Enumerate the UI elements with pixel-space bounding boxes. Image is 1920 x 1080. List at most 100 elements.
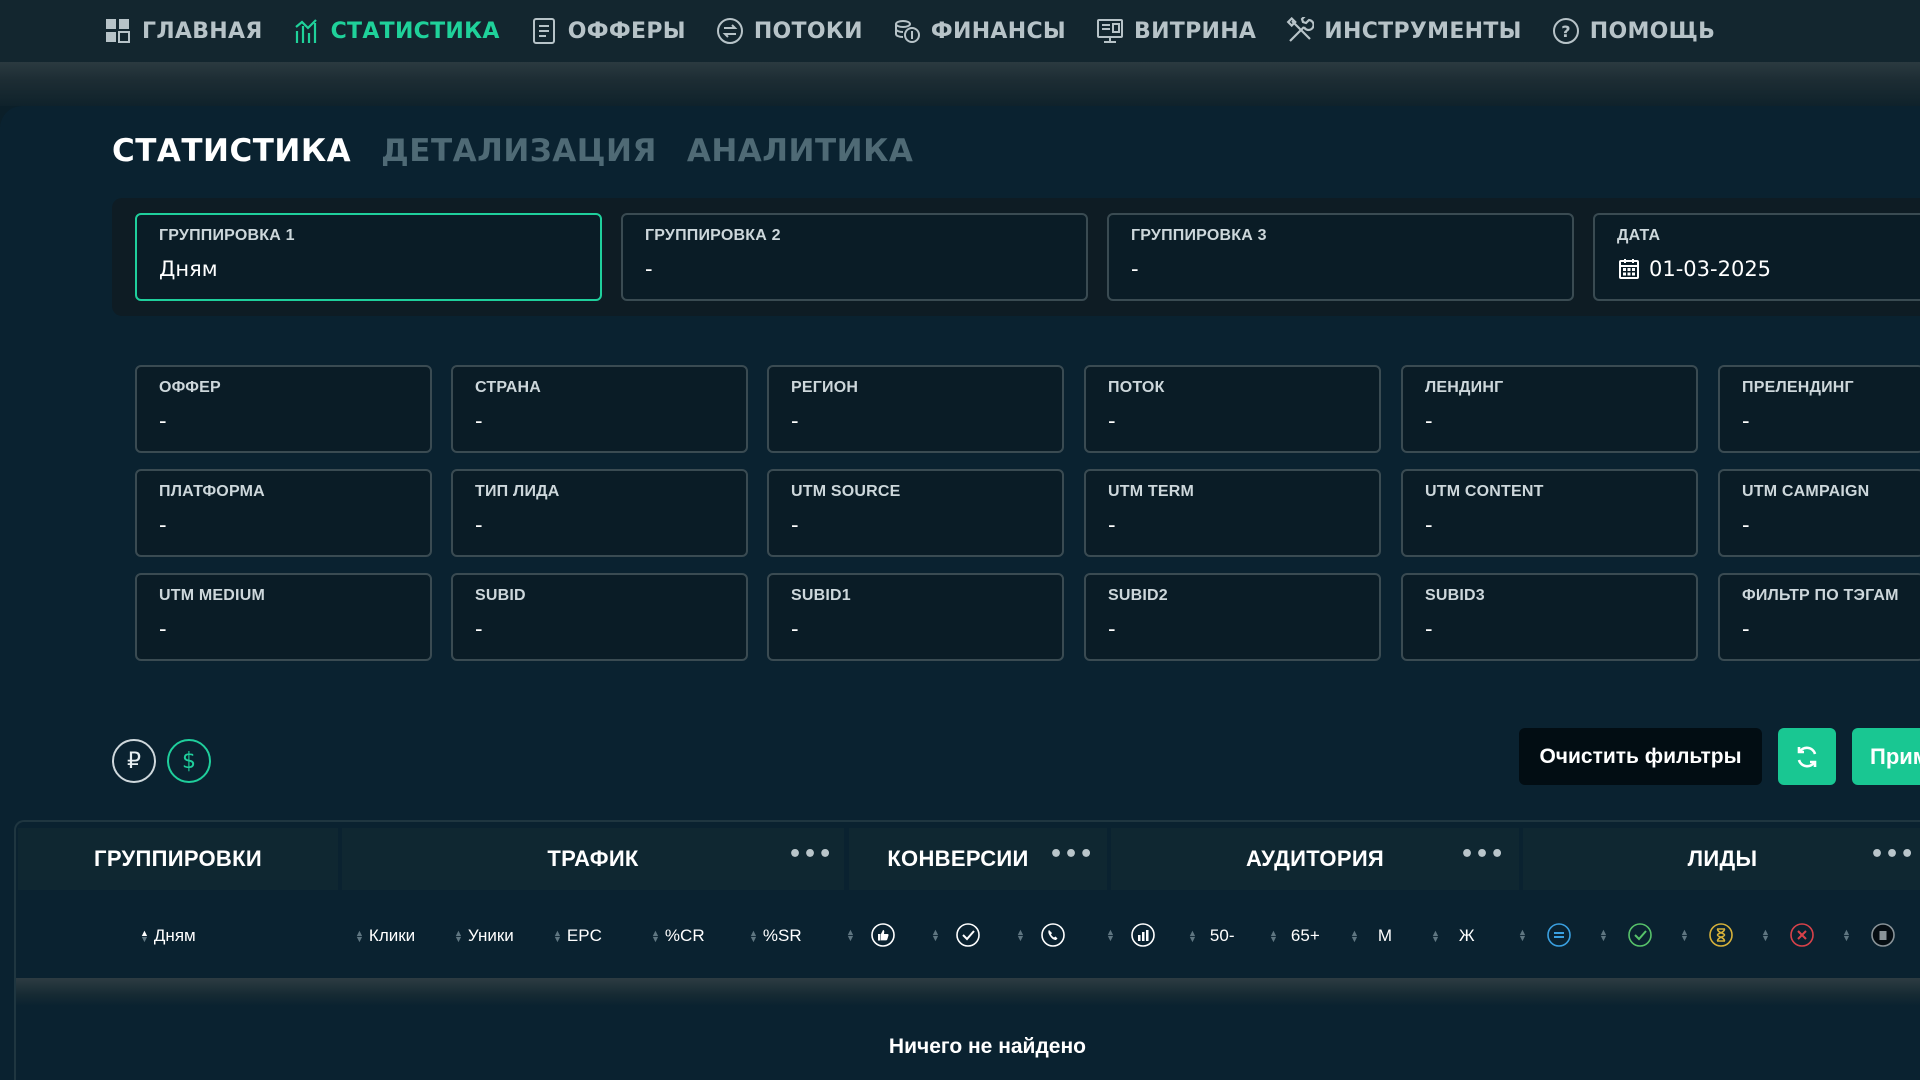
field-value: -	[1425, 513, 1433, 537]
tab-details[interactable]: ДЕТАЛИЗАЦИЯ	[381, 133, 657, 169]
filter-лендинг[interactable]: ЛЕНДИНГ -	[1401, 365, 1698, 453]
col-label: Дням	[153, 926, 196, 945]
sort-icon: ▲ ▼	[1599, 927, 1608, 943]
field-label: РЕГИОН	[791, 379, 859, 396]
nav-item-statistics[interactable]: СТАТИСТИКА	[293, 17, 500, 45]
field-label: SUBID	[475, 587, 526, 604]
grouping-1-select[interactable]: ГРУППИРОВКА 1 Дням	[135, 213, 602, 301]
col-conv-like[interactable]: ▲ ▼	[846, 922, 896, 948]
col-epc[interactable]: ▲ ▼ EPC	[553, 926, 602, 946]
nav-item-streams[interactable]: ПОТОКИ	[716, 17, 863, 45]
field-label: ГРУППИРОВКА 3	[1131, 227, 1267, 244]
nav-item-help[interactable]: ? ПОМОЩЬ	[1552, 17, 1715, 45]
thumbs-up-icon	[870, 922, 896, 948]
nav-label: ОФФЕРЫ	[567, 18, 686, 44]
filter-платформа[interactable]: ПЛАТФОРМА -	[135, 469, 432, 557]
filter-subid[interactable]: SUBID -	[451, 573, 748, 661]
field-label: ОФФЕР	[159, 379, 221, 396]
help-icon: ?	[1552, 17, 1580, 45]
filter-utm-campaign[interactable]: UTM CAMPAIGN -	[1718, 469, 1920, 557]
subtabs: СТАТИСТИКА ДЕТАЛИЗАЦИЯ АНАЛИТИКА	[112, 133, 913, 169]
col-age-over[interactable]: ▲ ▼ 65+	[1269, 926, 1320, 946]
col-days[interactable]: ▲ ▼ Дням	[140, 926, 196, 946]
field-label: СТРАНА	[475, 379, 542, 396]
stats-table: ГРУППИРОВКИ ТРАФИК ••• КОНВЕРСИИ ••• АУД…	[14, 820, 1920, 1080]
col-label: Клики	[368, 926, 416, 945]
field-value: -	[1108, 513, 1116, 537]
rejected-leads-icon	[1789, 922, 1815, 948]
sort-icon: ▲ ▼	[1842, 927, 1851, 943]
col-leads-total[interactable]: ▲ ▼	[1518, 922, 1572, 948]
col-age-under[interactable]: ▲ ▼ 50-	[1188, 926, 1235, 946]
date-value: 01-03-2025	[1617, 257, 1898, 281]
th-label: ЛИДЫ	[1687, 846, 1758, 871]
col-male[interactable]: ▲ ▼ М	[1350, 926, 1392, 946]
col-conv-approved[interactable]: ▲ ▼	[931, 922, 981, 948]
filter-фильтр-по-тэгам[interactable]: ФИЛЬТР ПО ТЭГАМ -	[1718, 573, 1920, 661]
field-label: ПЛАТФОРМА	[159, 483, 265, 500]
filter-subid2[interactable]: SUBID2 -	[1084, 573, 1381, 661]
filter-subid3[interactable]: SUBID3 -	[1401, 573, 1698, 661]
filter-subid1[interactable]: SUBID1 -	[767, 573, 1064, 661]
col-uniques[interactable]: ▲ ▼ Уники	[454, 926, 514, 946]
field-label: UTM CONTENT	[1425, 483, 1544, 500]
col-aud-chart[interactable]: ▲ ▼	[1106, 922, 1156, 948]
field-label: ГРУППИРОВКА 2	[645, 227, 781, 244]
sort-icon: ▲ ▼	[846, 927, 855, 943]
traffic-more-button[interactable]: •••	[788, 842, 833, 867]
field-label: ДАТА	[1617, 227, 1661, 244]
col-label: EPC	[566, 926, 602, 945]
filter-страна[interactable]: СТРАНА -	[451, 365, 748, 453]
nav-item-offers[interactable]: ОФФЕРЫ	[530, 17, 686, 45]
clear-filters-button[interactable]: Очистить фильтры	[1519, 728, 1762, 785]
audience-more-button[interactable]: •••	[1460, 842, 1505, 867]
sort-icon: ▲ ▼	[140, 928, 149, 944]
filter-поток[interactable]: ПОТОК -	[1084, 365, 1381, 453]
col-female[interactable]: ▲ ▼ Ж	[1431, 926, 1475, 946]
col-sr[interactable]: ▲ ▼ %SR	[749, 926, 802, 946]
field-value: -	[791, 617, 799, 641]
sort-icon: ▲ ▼	[931, 927, 940, 943]
tab-statistics[interactable]: СТАТИСТИКА	[112, 133, 351, 169]
field-label: UTM CAMPAIGN	[1742, 483, 1870, 500]
filter-тип-лида[interactable]: ТИП ЛИДА -	[451, 469, 748, 557]
col-conv-calls[interactable]: ▲ ▼	[1016, 922, 1066, 948]
filter-регион[interactable]: РЕГИОН -	[767, 365, 1064, 453]
nav-label: ВИТРИНА	[1134, 18, 1257, 44]
filter-оффер[interactable]: ОФФЕР -	[135, 365, 432, 453]
refresh-icon	[1794, 744, 1820, 770]
nav-item-showcase[interactable]: ВИТРИНА	[1096, 17, 1256, 45]
col-clicks[interactable]: ▲ ▼ Клики	[355, 926, 415, 946]
leads-more-button[interactable]: •••	[1870, 842, 1915, 867]
table-divider	[16, 978, 1920, 1006]
col-leads-hold[interactable]: ▲ ▼	[1680, 922, 1734, 948]
col-cr[interactable]: ▲ ▼ %CR	[651, 926, 705, 946]
conversions-more-button[interactable]: •••	[1049, 842, 1094, 867]
date-picker[interactable]: ДАТА 01-03-2025	[1593, 213, 1920, 301]
nav-item-tools[interactable]: ИНСТРУМЕНТЫ	[1286, 17, 1522, 45]
currency-rub-toggle[interactable]: ₽	[112, 739, 156, 783]
field-label: UTM SOURCE	[791, 483, 901, 500]
grouping-2-select[interactable]: ГРУППИРОВКА 2 -	[621, 213, 1088, 301]
col-leads-approved[interactable]: ▲ ▼	[1599, 922, 1653, 948]
col-leads-trash[interactable]: ▲ ▼	[1842, 922, 1896, 948]
tools-icon	[1286, 17, 1315, 45]
filter-utm-medium[interactable]: UTM MEDIUM -	[135, 573, 432, 661]
apply-button[interactable]: Применить	[1852, 728, 1920, 785]
nav-item-finance[interactable]: ФИНАНСЫ	[893, 17, 1066, 45]
nav-item-home[interactable]: ГЛАВНАЯ	[104, 17, 263, 45]
empty-state-text: Ничего не найдено	[888, 1035, 1086, 1058]
currency-usd-toggle[interactable]: $	[167, 739, 211, 783]
field-label: SUBID3	[1425, 587, 1485, 604]
nav-label: ФИНАНСЫ	[930, 18, 1066, 44]
tab-analytics[interactable]: АНАЛИТИКА	[687, 133, 914, 169]
filter-прелендинг[interactable]: ПРЕЛЕНДИНГ -	[1718, 365, 1920, 453]
col-leads-rejected[interactable]: ▲ ▼	[1761, 922, 1815, 948]
refresh-button[interactable]	[1778, 728, 1836, 785]
sort-icon: ▲ ▼	[1106, 927, 1115, 943]
filter-utm-source[interactable]: UTM SOURCE -	[767, 469, 1064, 557]
grouping-3-select[interactable]: ГРУППИРОВКА 3 -	[1107, 213, 1574, 301]
th-label: АУДИТОРИЯ	[1245, 846, 1385, 871]
filter-utm-content[interactable]: UTM CONTENT -	[1401, 469, 1698, 557]
filter-utm-term[interactable]: UTM TERM -	[1084, 469, 1381, 557]
